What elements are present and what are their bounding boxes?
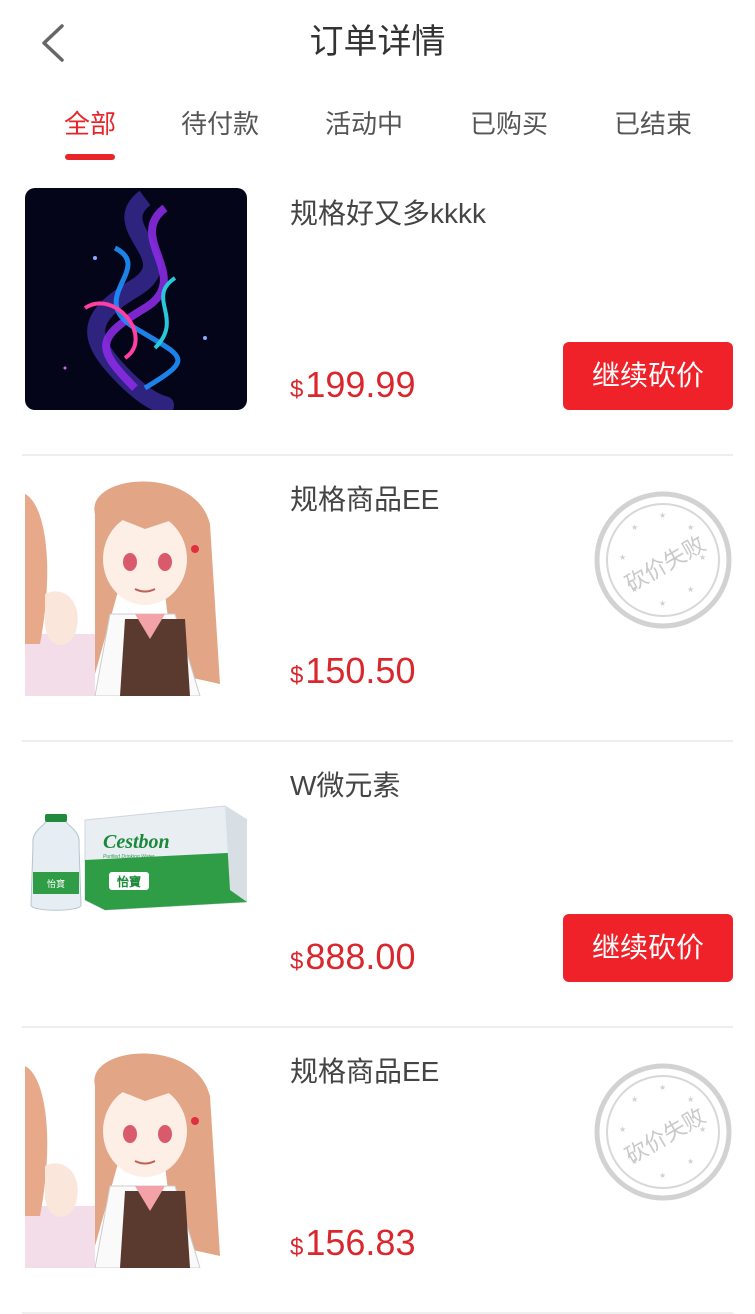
header-bar: 订单详情	[0, 0, 755, 86]
order-item[interactable]: 规格好又多kkkk $199.99 继续砍价	[22, 170, 733, 456]
price-value: 888.00	[305, 936, 416, 977]
svg-text:★: ★	[631, 523, 638, 532]
product-image: Cestbon Purified Drinking Water 怡寶 怡寶	[25, 760, 247, 982]
svg-text:★: ★	[659, 1083, 666, 1092]
svg-text:★: ★	[687, 585, 694, 594]
bargain-failed-stamp: ★★★ ★ ★ ★★★ 砍价失败	[594, 491, 732, 629]
order-list: 规格好又多kkkk $199.99 继续砍价 规格商品EE $150.50 ★ …	[0, 170, 755, 1314]
svg-text:砍价失败: 砍价失败	[621, 532, 710, 598]
svg-text:★: ★	[619, 553, 626, 562]
svg-text:★: ★	[659, 511, 666, 520]
order-item[interactable]: 规格商品EE $150.50 ★ ★ ★ ★ ★ ★ ★ ★ 砍价失败	[22, 456, 733, 742]
product-price: $888.00	[290, 934, 415, 985]
tab-ended[interactable]: 已结束	[588, 100, 718, 148]
product-name: 规格商品EE	[290, 1056, 440, 1087]
product-name: 规格好又多kkkk	[290, 198, 487, 229]
tab-indicator	[65, 154, 115, 160]
svg-text:Purified Drinking Water: Purified Drinking Water	[103, 854, 155, 860]
currency-symbol: $	[290, 1234, 304, 1261]
tab-label: 全部	[63, 109, 116, 139]
product-name: W微元素	[290, 770, 401, 801]
order-item[interactable]: 规格商品EE $156.83 ★ ★ ★ ★ ★ ★ ★ ★ 砍价失败	[22, 1028, 733, 1314]
product-price: $150.50	[290, 648, 415, 699]
svg-text:★: ★	[631, 1095, 638, 1104]
product-image	[25, 474, 247, 696]
currency-symbol: $	[290, 948, 304, 975]
tab-label: 活动中	[324, 109, 403, 139]
svg-text:★: ★	[687, 523, 694, 532]
tab-label: 待付款	[180, 109, 259, 139]
product-name: 规格商品EE	[290, 484, 440, 515]
svg-text:怡寶: 怡寶	[47, 878, 65, 889]
tab-purchased[interactable]: 已购买	[444, 100, 574, 148]
tab-label: 已结束	[613, 109, 692, 139]
page-title: 订单详情	[309, 23, 446, 61]
tab-in-progress[interactable]: 活动中	[299, 100, 429, 148]
svg-text:★: ★	[659, 1171, 666, 1180]
continue-bargain-button[interactable]: 继续砍价	[563, 914, 733, 982]
tab-label: 已购买	[469, 109, 548, 139]
product-image	[25, 1046, 247, 1268]
svg-text:★: ★	[687, 1095, 694, 1104]
price-value: 150.50	[305, 650, 416, 691]
currency-symbol: $	[290, 662, 304, 689]
product-price: $199.99	[290, 362, 415, 413]
bargain-failed-stamp: ★★★ ★ ★ ★★★ 砍价失败	[594, 1063, 732, 1201]
currency-symbol: $	[290, 376, 304, 403]
product-image	[25, 188, 247, 410]
product-price: $156.83	[290, 1220, 415, 1271]
order-item[interactable]: Cestbon Purified Drinking Water 怡寶 怡寶 W微…	[22, 742, 733, 1028]
tab-bar: 全部 待付款 活动中 已购买 已结束	[0, 100, 755, 162]
svg-text:★: ★	[619, 1125, 626, 1134]
svg-text:★: ★	[659, 599, 666, 608]
svg-text:Cestbon: Cestbon	[103, 831, 170, 853]
svg-text:★: ★	[687, 1157, 694, 1166]
continue-bargain-button[interactable]: 继续砍价	[563, 342, 733, 410]
svg-text:砍价失败: 砍价失败	[621, 1104, 710, 1170]
price-value: 199.99	[305, 364, 416, 405]
tab-pending-payment[interactable]: 待付款	[155, 100, 285, 148]
price-value: 156.83	[305, 1222, 416, 1263]
svg-text:怡寶: 怡寶	[117, 874, 141, 889]
tab-all[interactable]: 全部	[25, 100, 155, 160]
